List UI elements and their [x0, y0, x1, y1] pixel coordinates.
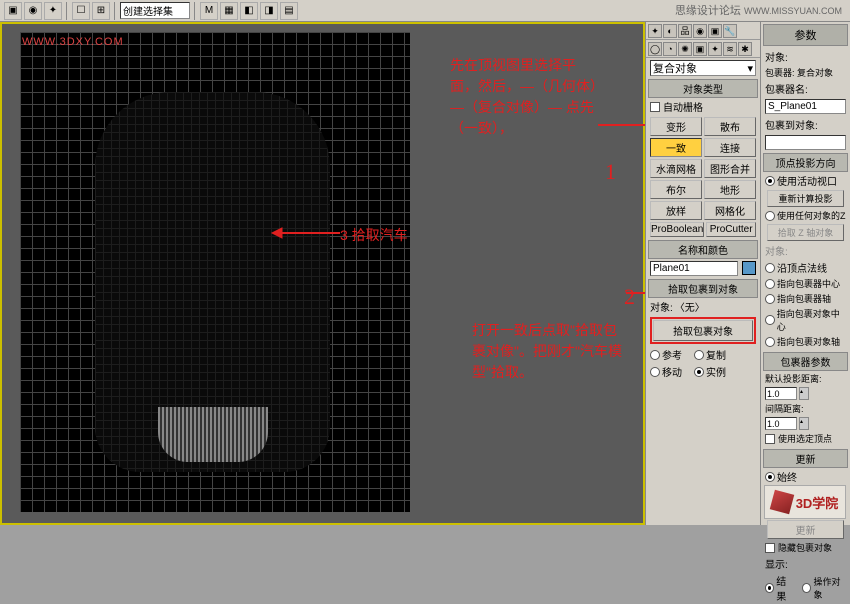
car-grille	[158, 407, 268, 462]
watermark-3dxy: WWW.3DXY.COM	[22, 36, 124, 48]
morph-button[interactable]: 变形	[650, 117, 702, 136]
obj-value: 〈无〉	[675, 299, 705, 314]
loft-button[interactable]: 放样	[650, 201, 702, 220]
obj-label: 对象:	[650, 299, 673, 314]
terrain-button[interactable]: 地形	[704, 180, 756, 199]
toolbar-button[interactable]: ✦	[44, 2, 62, 20]
result-radio[interactable]	[765, 583, 774, 593]
toward-ctr-radio[interactable]	[765, 279, 775, 289]
move-radio[interactable]	[650, 367, 660, 377]
command-panel: ✦ ◐ 品 ◉ ▣ 🔧 ◯ ◔ ✺ ▣ ✦ ≋ ✱ 复合对象▾ 对象类型 自动栅…	[645, 22, 760, 525]
proj-dir-section: 顶点投影方向	[763, 153, 848, 172]
toolbar-button[interactable]: ▤	[280, 2, 298, 20]
use-sel-verts-checkbox[interactable]	[765, 434, 775, 444]
display-tab-icon[interactable]: ▣	[708, 24, 722, 38]
parameters-panel: 参数 对象: 包裹器: 复合对象 包裹器名: S_Plane01 包裹到对象: …	[760, 22, 850, 525]
motion-tab-icon[interactable]: ◉	[693, 24, 707, 38]
systems-icon[interactable]: ✱	[738, 42, 752, 56]
shapes-icon[interactable]: ◔	[663, 42, 677, 56]
pick-wrap-button[interactable]: 拾取包裹对象	[653, 320, 753, 341]
lights-icon[interactable]: ✺	[678, 42, 692, 56]
autogrid-checkbox[interactable]	[650, 102, 660, 112]
wrap-to-field[interactable]	[765, 135, 846, 150]
toolbar-button[interactable]: ⊞	[92, 2, 110, 20]
object-type-rollout[interactable]: 对象类型	[648, 79, 758, 98]
update-section: 更新	[763, 449, 848, 468]
update-button[interactable]: 更新	[767, 520, 844, 539]
recalc-button[interactable]: 重新计算投影	[767, 190, 844, 207]
wrapper-params-section: 包裹器参数	[763, 352, 848, 371]
use-xform-radio[interactable]	[765, 211, 775, 221]
helpers-icon[interactable]: ✦	[708, 42, 722, 56]
annotation-2: 2 打开一致后点取"拾取包裹对像"。把刚才"汽车模型"拾取。	[472, 320, 627, 383]
name-color-rollout[interactable]: 名称和颜色	[648, 240, 758, 259]
arrow-3	[270, 225, 340, 241]
spinner-buttons[interactable]: ▴	[799, 417, 809, 430]
hierarchy-tab-icon[interactable]: 品	[678, 24, 692, 38]
viewport-canvas[interactable]	[20, 32, 410, 512]
always-radio[interactable]	[765, 472, 775, 482]
hide-wrap-checkbox[interactable]	[765, 543, 775, 553]
reference-radio[interactable]	[650, 350, 660, 360]
conform-button[interactable]: 一致	[650, 138, 702, 157]
copy-radio[interactable]	[694, 350, 704, 360]
shapemerge-button[interactable]: 图形合并	[704, 159, 756, 178]
category-dropdown[interactable]: 复合对象▾	[650, 60, 756, 76]
toolbar-button[interactable]: ▣	[4, 2, 22, 20]
pick-wrap-rollout[interactable]: 拾取包裹到对象	[648, 279, 758, 298]
boolean-button[interactable]: 布尔	[650, 180, 702, 199]
modify-tab-icon[interactable]: ◐	[663, 24, 677, 38]
standoff-spinner[interactable]	[765, 417, 797, 430]
cameras-icon[interactable]: ▣	[693, 42, 707, 56]
forum-watermark: 思缘设计论坛 WWW.MISSYUAN.COM	[675, 2, 842, 18]
mesher-button[interactable]: 网格化	[704, 201, 756, 220]
logo-3d-academy: 3D学院	[764, 485, 846, 519]
blobmesh-button[interactable]: 水滴网格	[650, 159, 702, 178]
wrap-to-label: 包裹到对象:	[761, 116, 850, 133]
toolbar-button[interactable]: ◧	[240, 2, 258, 20]
pick-z-button[interactable]: 拾取 Z 轴对象	[767, 224, 844, 241]
toolbar-button[interactable]: ◨	[260, 2, 278, 20]
toolbar-button[interactable]: M	[200, 2, 218, 20]
wrapper-name-label: 包裹器名:	[761, 80, 850, 97]
space-warps-icon[interactable]: ≋	[723, 42, 737, 56]
create-subtabs: ◯ ◔ ✺ ▣ ✦ ≋ ✱	[646, 40, 760, 58]
scatter-button[interactable]: 散布	[704, 117, 756, 136]
utilities-tab-icon[interactable]: 🔧	[723, 24, 737, 38]
panel-tabs: ✦ ◐ 品 ◉ ▣ 🔧	[646, 22, 760, 40]
procutter-button[interactable]: ProCutter	[706, 222, 756, 237]
annotation-3: 3 拾取汽车	[340, 225, 408, 246]
color-swatch[interactable]	[742, 261, 756, 275]
toolbar-button[interactable]: ☐	[72, 2, 90, 20]
obj-heading: 对象:	[765, 49, 788, 64]
logo-cube-icon	[769, 490, 793, 514]
spinner-buttons[interactable]: ▴	[799, 387, 809, 400]
geometry-icon[interactable]: ◯	[648, 42, 662, 56]
dist-spinner[interactable]	[765, 387, 797, 400]
selection-set-dropdown[interactable]: 创建选择集	[120, 2, 190, 19]
object-name-field[interactable]: Plane01	[650, 261, 738, 276]
wrapper-name-field[interactable]: S_Plane01	[765, 99, 846, 114]
along-normals-radio[interactable]	[765, 263, 775, 273]
autogrid-label: 自动栅格	[663, 99, 703, 114]
instance-radio[interactable]	[694, 367, 704, 377]
proboolean-button[interactable]: ProBoolean	[650, 222, 704, 237]
params-header: 参数	[763, 24, 848, 46]
toward-obj-pivot-radio[interactable]	[765, 337, 775, 347]
create-tab-icon[interactable]: ✦	[648, 24, 662, 38]
annotation-1: 先在顶视图里选择平面，然后，—（几何体）—（复合对像）— 点先（一致）， 1	[450, 55, 600, 139]
main-toolbar: ▣ ◉ ✦ ☐ ⊞ 创建选择集 M ▦ ◧ ◨ ▤ 思缘设计论坛 WWW.MIS…	[0, 0, 850, 22]
toward-pivot-radio[interactable]	[765, 294, 775, 304]
use-active-radio[interactable]	[765, 176, 775, 186]
display-label: 显示:	[761, 555, 850, 572]
ops-radio[interactable]	[802, 583, 811, 593]
car-wireframe[interactable]	[95, 92, 330, 472]
toolbar-button[interactable]: ▦	[220, 2, 238, 20]
toward-obj-ctr-radio[interactable]	[765, 315, 775, 325]
toolbar-button[interactable]: ◉	[24, 2, 42, 20]
connect-button[interactable]: 连接	[704, 138, 756, 157]
